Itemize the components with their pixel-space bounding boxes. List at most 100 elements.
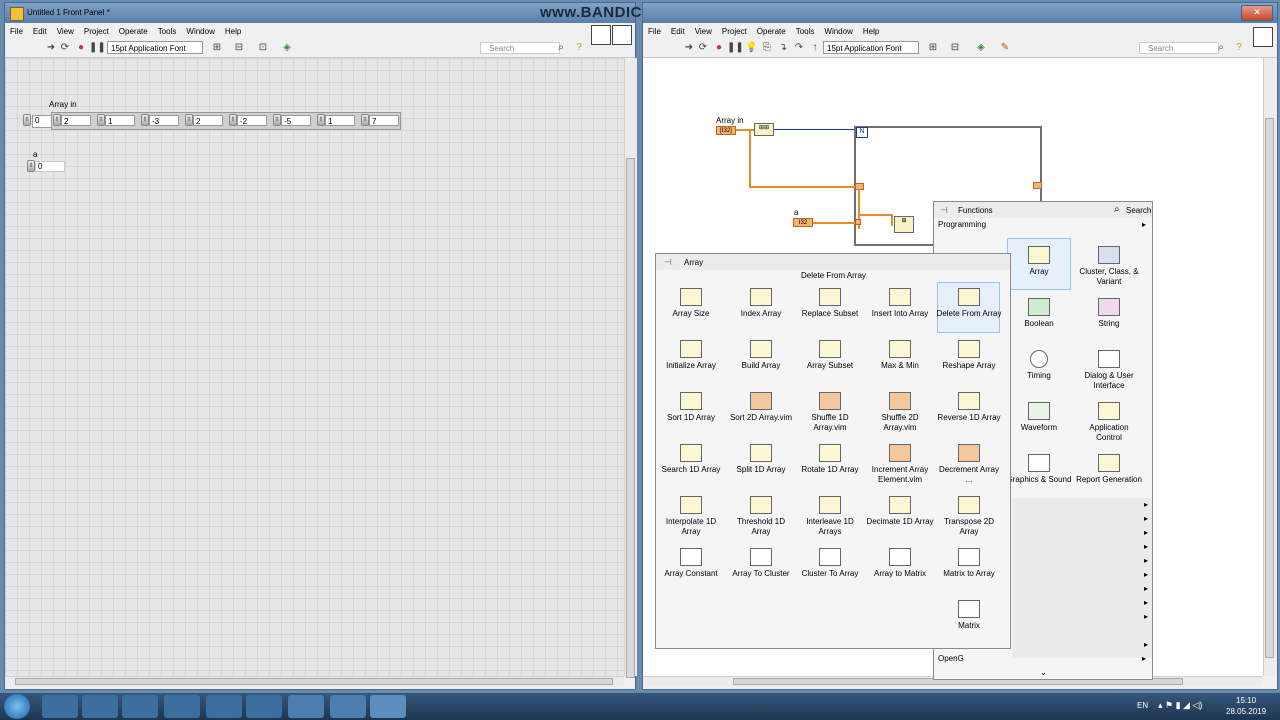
scroll-down-chevron-icon[interactable]: ⌄ (1040, 668, 1047, 677)
functions-item-graphics-sound[interactable]: Graphics & Sound (1006, 454, 1072, 485)
expand-arrow-icon[interactable]: ▸ (1144, 598, 1148, 607)
resize-objects-icon[interactable]: ⊡ (257, 42, 269, 54)
output-tunnel[interactable] (1033, 182, 1042, 189)
array-function-item[interactable]: Reshape Array (935, 340, 1003, 371)
functions-item-string[interactable]: String (1076, 298, 1142, 329)
array-in-terminal[interactable]: [I32] (716, 126, 736, 135)
search-input[interactable]: Search (1139, 42, 1219, 54)
array-function-item[interactable]: Matrix (935, 600, 1003, 631)
array-index-display[interactable]: 0 (32, 115, 52, 128)
array-function-item[interactable]: Delete From Array (935, 288, 1003, 319)
pin-icon[interactable]: ⊣ (940, 205, 948, 216)
array-element[interactable]: -2 (237, 115, 267, 126)
array-function-item[interactable]: Replace Subset (796, 288, 864, 319)
array-element-spinner[interactable]: ⇕ (273, 114, 281, 126)
array-element[interactable]: 1 (325, 115, 355, 126)
menu-edit[interactable]: Edit (666, 23, 690, 36)
array-function-item[interactable]: Decimate 1D Array (866, 496, 934, 527)
array-function-item[interactable]: Decrement Array ... (935, 444, 1003, 485)
font-selector[interactable]: 15pt Application Font (823, 41, 919, 54)
menu-help[interactable]: Help (858, 23, 884, 36)
menu-project[interactable]: Project (79, 23, 114, 36)
array-element-spinner[interactable]: ⇕ (361, 114, 369, 126)
clock-time[interactable]: 15:10 (1236, 696, 1256, 705)
array-function-item[interactable]: Threshold 1D Array (727, 496, 795, 537)
run-continuously-icon[interactable]: ⟳ (59, 42, 71, 54)
menu-help[interactable]: Help (220, 23, 246, 36)
menu-project[interactable]: Project (717, 23, 752, 36)
array-element[interactable]: 1 (105, 115, 135, 126)
run-continuously-icon[interactable]: ⟳ (697, 42, 709, 54)
loop-count-terminal[interactable]: N (856, 127, 868, 138)
step-out-icon[interactable]: ↑ (809, 42, 821, 54)
help-icon[interactable]: ? (1233, 42, 1245, 54)
search-input[interactable]: Search (480, 42, 560, 54)
array-element-spinner[interactable]: ⇕ (141, 114, 149, 126)
functions-item-cluster-class-variant[interactable]: Cluster, Class, & Variant (1076, 246, 1142, 287)
array-function-item[interactable]: Index Array (727, 288, 795, 319)
align-objects-icon[interactable]: ⊞ (927, 42, 939, 54)
abort-icon[interactable]: ● (713, 42, 725, 54)
menu-file[interactable]: File (5, 23, 28, 36)
array-function-item[interactable]: Build Array (727, 340, 795, 371)
clock-date[interactable]: 28.05.2019 (1226, 707, 1266, 716)
menu-tools[interactable]: Tools (791, 23, 820, 36)
programming-category[interactable]: Programming ▸ (934, 218, 1152, 230)
step-over-icon[interactable]: ↷ (793, 42, 805, 54)
array-function-item[interactable]: Shuffle 1D Array.vim (796, 392, 864, 433)
reorder-icon[interactable]: ◈ (975, 42, 987, 54)
close-icon[interactable]: ✕ (1241, 5, 1273, 21)
array-function-item[interactable]: Sort 2D Array.vim (727, 392, 795, 423)
vertical-scroll-thumb[interactable] (1265, 118, 1274, 658)
array-element[interactable]: -3 (149, 115, 179, 126)
array-element-spinner[interactable]: ⇕ (317, 114, 325, 126)
abort-icon[interactable]: ● (75, 42, 87, 54)
array-function-item[interactable]: Sort 1D Array (657, 392, 725, 423)
menu-file[interactable]: File (643, 23, 666, 36)
distribute-objects-icon[interactable]: ⊟ (949, 42, 961, 54)
functions-item-dialog-user-interface[interactable]: Dialog & User Interface (1076, 350, 1142, 391)
ie-icon[interactable] (42, 695, 78, 718)
winrar-icon[interactable] (206, 695, 242, 718)
pause-icon[interactable]: ❚❚ (727, 42, 744, 54)
menu-window[interactable]: Window (181, 23, 219, 36)
start-button-icon[interactable] (4, 694, 30, 719)
array-function-item[interactable]: Array Constant (657, 548, 725, 579)
explorer-icon[interactable] (82, 695, 118, 718)
openg-category[interactable]: OpenG ▸ (934, 653, 1152, 665)
expand-arrow-icon[interactable]: ▸ (1144, 528, 1148, 537)
align-objects-icon[interactable]: ⊞ (211, 42, 223, 54)
array-function-item[interactable]: Array To Cluster (727, 548, 795, 579)
vi-icon[interactable] (1253, 27, 1273, 47)
array-function-item[interactable]: Transpose 2D Array (935, 496, 1003, 537)
array-element[interactable]: 2 (61, 115, 91, 126)
functions-item-application-control[interactable]: Application Control (1076, 402, 1142, 443)
pause-icon[interactable]: ❚❚ (89, 42, 106, 54)
menu-view[interactable]: View (52, 23, 79, 36)
menu-edit[interactable]: Edit (28, 23, 52, 36)
functions-item-report-generation[interactable]: Report Generation (1076, 454, 1142, 485)
index-spinner[interactable]: ⇕ (23, 114, 31, 126)
language-indicator[interactable]: EN (1137, 701, 1148, 710)
scalar-tunnel[interactable] (855, 219, 861, 225)
array-function-item[interactable]: Initialize Array (657, 340, 725, 371)
menu-operate[interactable]: Operate (752, 23, 791, 36)
array-function-item[interactable]: Array Subset (796, 340, 864, 371)
expand-arrow-icon[interactable]: ▸ (1144, 514, 1148, 523)
expand-arrow-icon[interactable]: ▸ (1144, 500, 1148, 509)
bandicam-icon[interactable] (330, 695, 366, 718)
chrome-icon[interactable] (164, 695, 200, 718)
run-arrow-icon[interactable]: ➜ (45, 42, 57, 54)
front-panel-horizontal-scrollbar[interactable] (5, 676, 624, 687)
array-function-item[interactable]: Increment Array Element.vim (866, 444, 934, 485)
labview-vi-icon[interactable] (370, 695, 406, 718)
array-function-item[interactable]: Array to Matrix (866, 548, 934, 579)
block-diagram-vertical-scrollbar[interactable] (1263, 58, 1276, 676)
scalar-a-terminal[interactable]: I32 (793, 218, 813, 227)
connector-pane-icon[interactable] (591, 25, 611, 45)
horizontal-scroll-thumb[interactable] (15, 678, 613, 685)
labview-icon[interactable] (288, 695, 324, 718)
front-panel-vertical-scrollbar[interactable] (624, 58, 637, 678)
expand-arrow-icon[interactable]: ▸ (1144, 556, 1148, 565)
functions-item-boolean[interactable]: Boolean (1006, 298, 1072, 329)
